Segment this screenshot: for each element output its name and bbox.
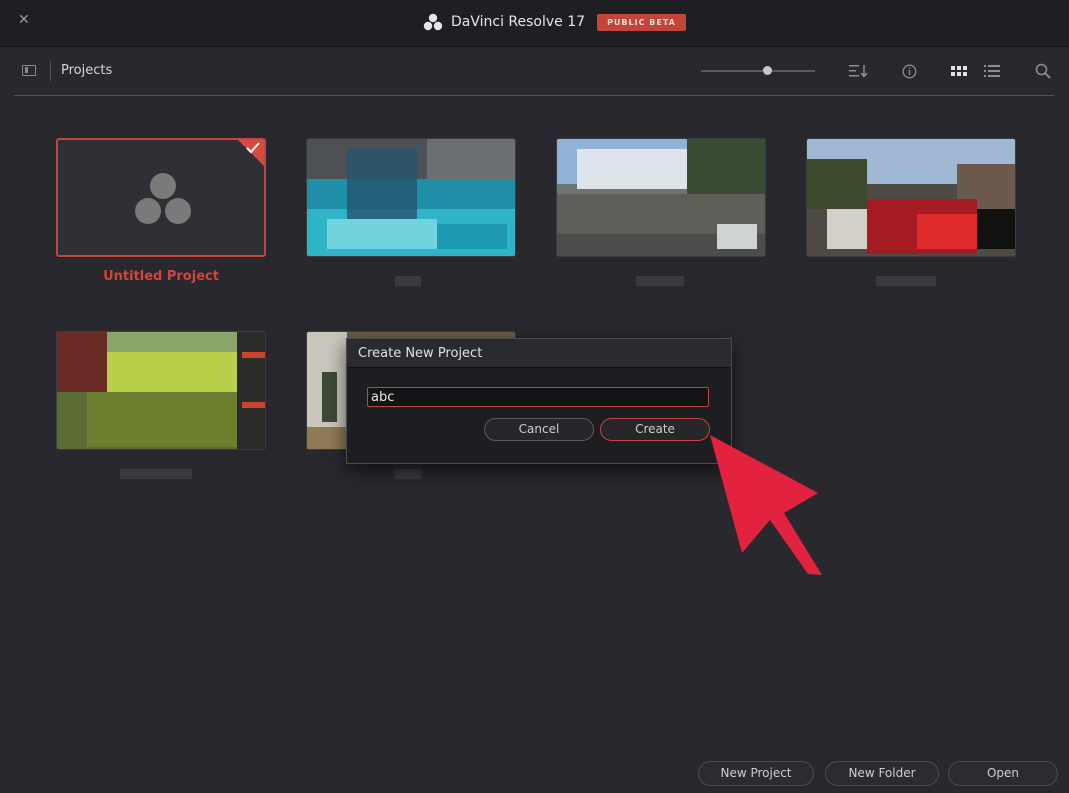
project-thumbnail-image xyxy=(557,139,765,256)
page-title: Projects xyxy=(61,63,113,78)
davinci-logo-icon xyxy=(423,13,443,31)
project-name: Untitled Project xyxy=(103,269,219,284)
sidebar-toggle-icon[interactable] xyxy=(22,65,36,76)
info-icon[interactable] xyxy=(898,61,920,81)
project-thumbnail-image xyxy=(307,139,515,256)
project-card[interactable] xyxy=(306,138,516,257)
project-name-redacted xyxy=(120,469,192,479)
thumbnail-size-slider[interactable] xyxy=(701,66,815,75)
public-beta-badge: PUBLIC BETA xyxy=(597,13,686,31)
toolbar-divider xyxy=(50,61,51,81)
project-name-redacted xyxy=(395,276,421,286)
new-project-button[interactable]: New Project xyxy=(698,761,814,786)
project-name-redacted xyxy=(636,276,684,286)
project-thumbnail-image xyxy=(807,139,1015,256)
new-folder-button[interactable]: New Folder xyxy=(825,761,939,786)
annotation-arrow-icon xyxy=(710,435,822,575)
project-card[interactable] xyxy=(806,138,1016,257)
title-bar: ✕ DaVinci Resolve 17 PUBLIC BETA xyxy=(0,0,1069,47)
create-project-dialog: Create New Project Cancel Create xyxy=(346,338,732,464)
project-manager-toolbar: Projects xyxy=(14,47,1054,96)
davinci-logo-icon xyxy=(135,173,191,224)
project-card[interactable] xyxy=(56,331,266,450)
project-name-redacted xyxy=(395,469,421,479)
close-icon[interactable]: ✕ xyxy=(18,12,34,30)
open-button[interactable]: Open xyxy=(948,761,1058,786)
dialog-header: Create New Project xyxy=(347,339,731,368)
project-card-untitled[interactable] xyxy=(56,138,266,257)
project-card[interactable] xyxy=(556,138,766,257)
project-name-input[interactable] xyxy=(367,387,709,407)
cancel-button[interactable]: Cancel xyxy=(484,418,594,441)
slider-handle[interactable] xyxy=(763,66,772,75)
search-icon[interactable] xyxy=(1032,61,1054,81)
list-view-icon[interactable] xyxy=(981,61,1003,81)
dialog-title: Create New Project xyxy=(358,346,483,361)
sort-icon[interactable] xyxy=(848,61,870,81)
grid-view-icon[interactable] xyxy=(948,61,970,81)
app-title-group: DaVinci Resolve 17 PUBLIC BETA xyxy=(423,11,686,33)
app-title: DaVinci Resolve 17 xyxy=(451,14,586,30)
project-name-redacted xyxy=(876,276,936,286)
project-thumbnail-image xyxy=(57,332,265,449)
checkmark-icon xyxy=(246,142,260,154)
